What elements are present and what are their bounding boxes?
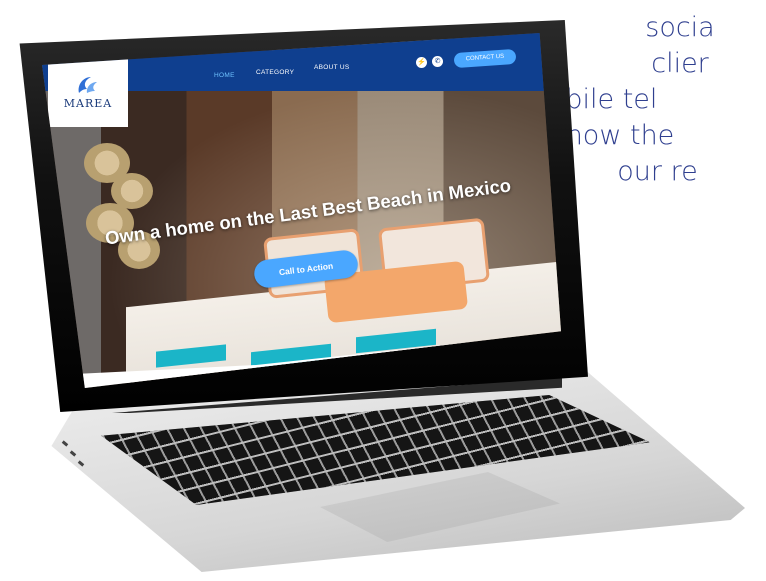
wave-logo-icon xyxy=(78,76,97,93)
logo-text: MAREA xyxy=(63,96,113,110)
messenger-icon[interactable]: ⚡ xyxy=(416,57,427,68)
laptop-mockup: HOME CATEGORY ABOUT US ⚡ ✆ CONTACT US MA… xyxy=(0,0,766,581)
nav-category[interactable]: CATEGORY xyxy=(256,69,294,76)
contact-us-button[interactable]: CONTACT US xyxy=(453,48,517,69)
nav-about-us[interactable]: ABOUT US xyxy=(314,64,350,71)
laptop-screen: HOME CATEGORY ABOUT US ⚡ ✆ CONTACT US MA… xyxy=(42,33,561,388)
nav-home[interactable]: HOME xyxy=(214,72,235,79)
whatsapp-icon[interactable]: ✆ xyxy=(432,56,443,67)
site-logo[interactable]: MAREA xyxy=(48,57,128,127)
